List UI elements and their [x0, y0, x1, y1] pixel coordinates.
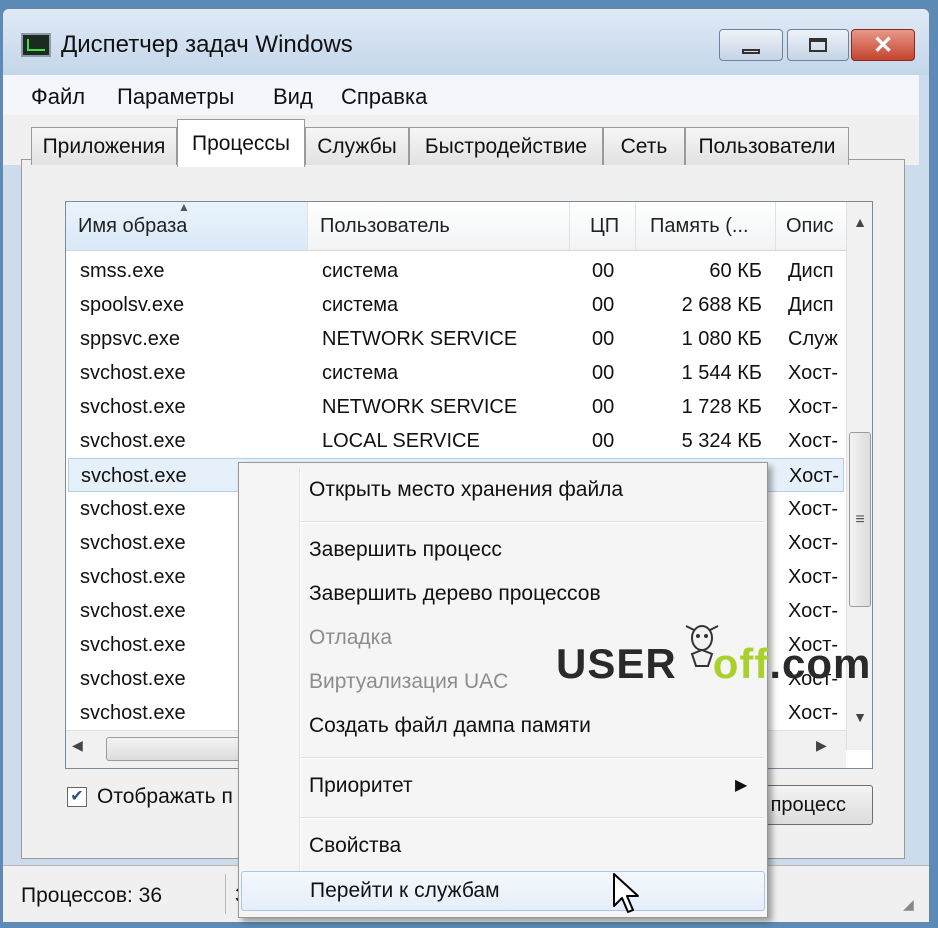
show-all-label: Отображать п	[97, 785, 233, 808]
table-cell: NETWORK SERVICE	[322, 396, 518, 418]
table-row[interactable]: svchost.exe система 00 1 544 КБ Хост-	[68, 356, 844, 390]
table-cell: Хост-	[788, 702, 839, 724]
ctx-separator	[301, 757, 763, 759]
table-cell: spoolsv.exe	[80, 294, 185, 316]
list-header: Имя образа ▲ Пользователь ЦП Память (...…	[66, 202, 846, 251]
status-divider	[225, 874, 226, 914]
menu-bar: Файл Параметры Вид Справка	[3, 75, 919, 116]
ctx-end-process[interactable]: Завершить процесс	[241, 531, 765, 571]
ctx-create-dump-file[interactable]: Создать файл дампа памяти	[241, 707, 765, 747]
table-cell: 00	[592, 294, 615, 316]
table-cell: Хост-	[788, 396, 839, 418]
tab-processes[interactable]: Процессы	[177, 119, 305, 167]
table-cell: Дисп	[788, 260, 834, 282]
ctx-properties[interactable]: Свойства	[241, 827, 765, 867]
table-cell: svchost.exe	[80, 396, 186, 418]
table-cell: 1 728 КБ	[681, 396, 762, 418]
chevron-right-icon: ▶	[735, 777, 748, 794]
arrow-down-icon[interactable]: ▼	[847, 702, 872, 732]
sort-ascending-icon: ▲	[178, 201, 190, 214]
vertical-scroll-thumb[interactable]: ≡	[849, 432, 871, 607]
column-cpu[interactable]: ЦП	[570, 202, 636, 250]
menu-help[interactable]: Справка	[341, 84, 427, 110]
close-button[interactable]: ✕	[851, 29, 915, 61]
context-menu: Открыть место хранения файла Завершить п…	[238, 462, 768, 918]
table-cell: система	[322, 294, 399, 316]
menu-options[interactable]: Параметры	[117, 84, 234, 110]
resize-grip-icon[interactable]: ◢	[903, 896, 914, 913]
table-cell: 00	[592, 430, 615, 452]
table-row[interactable]: svchost.exe LOCAL SERVICE 00 5 324 КБ Хост-	[68, 424, 844, 458]
column-memory[interactable]: Память (...	[636, 202, 776, 250]
tab-applications[interactable]: Приложения	[31, 127, 177, 165]
table-cell: 00	[592, 396, 615, 418]
table-cell: система	[322, 260, 399, 282]
arrow-right-icon[interactable]: ▶	[816, 737, 827, 754]
table-cell: svchost.exe	[80, 430, 186, 452]
ctx-open-file-location[interactable]: Открыть место хранения файла	[241, 471, 765, 511]
close-icon: ✕	[872, 31, 894, 59]
arrow-left-icon[interactable]: ◀	[72, 737, 83, 754]
maximize-button[interactable]	[787, 29, 849, 61]
mouse-pointer-icon	[612, 872, 642, 914]
table-cell: 60 КБ	[709, 260, 762, 282]
task-manager-app-icon[interactable]	[21, 33, 51, 57]
table-cell: 5 324 КБ	[681, 430, 762, 452]
ctx-separator	[301, 817, 763, 819]
watermark-logo: USER off.com	[556, 640, 871, 688]
table-cell: Дисп	[788, 294, 834, 316]
table-cell: 2 688 КБ	[681, 294, 762, 316]
watermark-part-1: USER	[556, 640, 677, 687]
maximize-icon	[809, 38, 827, 52]
ctx-priority[interactable]: Приоритет ▶	[241, 767, 765, 807]
table-cell: Хост-	[788, 498, 839, 520]
table-cell: smss.exe	[80, 260, 165, 282]
table-cell: LOCAL SERVICE	[322, 430, 480, 452]
table-cell: Хост-	[788, 600, 839, 622]
tab-users[interactable]: Пользователи	[685, 127, 849, 165]
table-cell: Хост-	[788, 532, 839, 554]
table-cell: Хост-	[788, 430, 839, 452]
ctx-go-to-services[interactable]: Перейти к службам	[241, 871, 765, 911]
status-process-count: Процессов: 36	[21, 884, 163, 907]
table-cell: Хост-	[789, 465, 840, 487]
tab-services[interactable]: Службы	[305, 127, 409, 165]
table-cell: 1 544 КБ	[681, 362, 762, 384]
ctx-end-process-tree[interactable]: Завершить дерево процессов	[241, 575, 765, 615]
watermark-part-3: .com	[769, 640, 872, 687]
table-row[interactable]: sppsvc.exe NETWORK SERVICE 00 1 080 КБ Служ	[68, 322, 844, 356]
table-cell: 1 080 КБ	[681, 328, 762, 350]
title-bar[interactable]: Диспетчер задач Windows ✕	[3, 9, 929, 75]
table-cell: NETWORK SERVICE	[322, 328, 518, 350]
menu-file[interactable]: Файл	[31, 84, 85, 110]
menu-view[interactable]: Вид	[273, 84, 313, 110]
tab-network[interactable]: Сеть	[603, 127, 685, 165]
minimize-button[interactable]	[719, 29, 783, 61]
table-cell: 00	[592, 260, 615, 282]
table-cell: 00	[592, 328, 615, 350]
grip-icon: ≡	[855, 511, 865, 528]
column-user[interactable]: Пользователь	[308, 202, 570, 250]
table-row[interactable]: smss.exe система 00 60 КБ Дисп	[68, 254, 844, 288]
ctx-separator	[301, 521, 763, 523]
table-row[interactable]: svchost.exe NETWORK SERVICE 00 1 728 КБ Хост…	[68, 390, 844, 424]
table-cell: Хост-	[788, 362, 839, 384]
table-cell: Служ	[788, 328, 838, 350]
table-cell: Хост-	[788, 566, 839, 588]
tab-performance[interactable]: Быстродействие	[409, 127, 603, 165]
watermark-part-2: off	[712, 640, 770, 687]
table-cell: svchost.exe	[80, 362, 186, 384]
table-row[interactable]: spoolsv.exe система 00 2 688 КБ Дисп	[68, 288, 844, 322]
window-title: Диспетчер задач Windows	[61, 31, 353, 58]
checkbox-checked-icon[interactable]: ✔	[67, 787, 87, 807]
table-cell: 00	[592, 362, 615, 384]
arrow-up-icon[interactable]: ▲	[847, 202, 872, 242]
table-cell: sppsvc.exe	[80, 328, 181, 350]
minimize-icon	[742, 48, 760, 54]
table-cell: система	[322, 362, 399, 384]
column-description[interactable]: Опис	[776, 202, 846, 250]
